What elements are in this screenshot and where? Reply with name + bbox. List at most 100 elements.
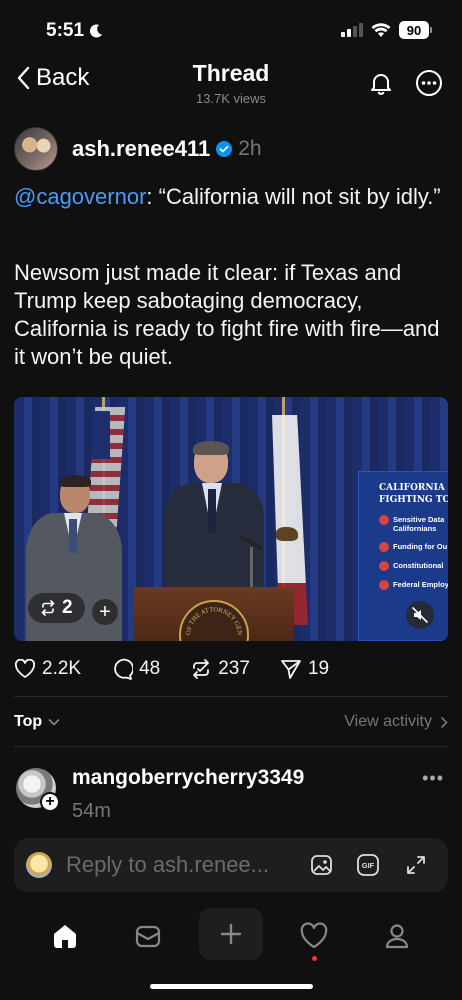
microphone-stand	[250, 547, 253, 591]
composer-avatar	[26, 852, 52, 878]
status-time: 5:51	[46, 20, 104, 42]
heart-icon	[300, 922, 328, 949]
comment-button[interactable]: 48	[111, 658, 160, 680]
press-banner: CALIFORNIA D FIGHTING TO PR Sensitive Da…	[358, 471, 448, 641]
comment-icon	[114, 658, 134, 680]
banner-item: Federal Employ	[379, 580, 448, 590]
notifications-button[interactable]	[366, 68, 396, 98]
tab-home[interactable]	[47, 918, 83, 954]
speaker-hair	[193, 441, 229, 455]
battery-cap	[430, 27, 432, 33]
banner-item: Constitutional	[379, 561, 448, 571]
sort-dropdown[interactable]: Top	[14, 713, 60, 731]
banner-item-line: Californians	[393, 524, 437, 533]
battery-indicator: 90	[399, 21, 432, 39]
view-activity-label: View activity	[344, 713, 432, 730]
status-indicators: 90	[341, 21, 432, 39]
share-button[interactable]: 19	[280, 658, 329, 680]
activity-notification-dot	[312, 956, 317, 961]
mention-link[interactable]: @cagovernor	[14, 184, 146, 209]
media-repost-count: 2	[62, 597, 73, 618]
speaker-muted-icon	[412, 607, 428, 623]
status-bar: 5:51 90	[0, 0, 462, 58]
expand-button[interactable]	[402, 851, 430, 879]
replies-sort-row: Top View activity	[14, 710, 448, 734]
media-add-button[interactable]: +	[92, 599, 118, 625]
divider	[14, 746, 448, 747]
follow-plus-icon[interactable]: +	[40, 792, 60, 812]
tab-activity[interactable]	[296, 918, 332, 954]
author-username[interactable]: ash.renee411	[72, 136, 210, 162]
like-count: 2.2K	[42, 658, 82, 679]
reply-timestamp: 54m	[72, 800, 111, 822]
sort-label: Top	[14, 713, 43, 730]
like-button[interactable]: 2.2K	[14, 658, 81, 680]
reply-item[interactable]: + mangoberrycherry3349 54m •••	[14, 764, 448, 828]
image-icon	[311, 855, 332, 875]
banner-item-line: Sensitive Data	[393, 515, 445, 524]
signal-icon	[341, 23, 363, 37]
post-body: Newsom just made it clear: if Texas and …	[14, 260, 440, 369]
svg-text:GIF: GIF	[362, 861, 375, 870]
home-indicator	[150, 984, 313, 989]
expand-icon	[407, 856, 425, 874]
banner-title-line1: CALIFORNIA D	[379, 483, 448, 493]
mute-button[interactable]	[406, 601, 434, 629]
home-icon	[54, 925, 76, 948]
reply-composer[interactable]: Reply to ash.renee... GIF	[14, 838, 448, 892]
banner-bullet-icon	[379, 542, 389, 552]
tab-inbox[interactable]	[130, 918, 166, 954]
bell-icon	[371, 74, 391, 95]
repost-icon	[41, 600, 55, 616]
post-quote: @cagovernor: “California will not sit by…	[14, 183, 446, 211]
aide-tie	[69, 519, 77, 553]
reply-input[interactable]: Reply to ash.renee...	[66, 852, 269, 878]
reply-username[interactable]: mangoberrycherry3349	[72, 766, 304, 790]
inbox-icon	[135, 925, 161, 948]
clock-text: 5:51	[46, 20, 85, 41]
banner-item: Funding for Ou	[379, 542, 448, 552]
share-count: 19	[307, 658, 330, 679]
us-flag-stars	[92, 411, 110, 459]
gif-button[interactable]: GIF	[354, 851, 382, 879]
aide-hair	[59, 475, 91, 487]
bear-emblem	[276, 527, 298, 541]
banner-item-text: Sensitive Data Californians	[393, 515, 444, 533]
banner-item-text: Federal Employ	[393, 580, 448, 589]
banner-title-line2: FIGHTING TO PR	[379, 495, 448, 505]
plus-icon	[220, 923, 242, 945]
banner-item-text: Constitutional	[393, 561, 444, 570]
repost-count: 237	[218, 658, 250, 679]
author-avatar[interactable]	[14, 127, 58, 171]
person-speaker	[164, 441, 264, 593]
banner-bullet-icon	[379, 580, 389, 590]
tab-compose[interactable]	[199, 908, 263, 960]
quote-text: : “California will not sit by idly.”	[146, 184, 441, 209]
banner-item: Sensitive Data Californians	[379, 515, 448, 533]
chevron-down-icon	[48, 718, 60, 726]
gif-icon: GIF	[357, 854, 379, 876]
reply-more-icon[interactable]: •••	[422, 768, 444, 789]
plus-icon: +	[99, 600, 111, 623]
comment-count: 48	[139, 658, 161, 679]
divider	[14, 696, 448, 697]
post-header: ash.renee411 2h	[14, 124, 448, 174]
repost-button[interactable]: 237	[190, 658, 250, 680]
verified-badge-icon	[216, 141, 233, 157]
post-timestamp: 2h	[238, 137, 262, 160]
battery-level: 90	[399, 21, 429, 39]
banner-item-text: Funding for Ou	[393, 542, 448, 551]
post-video[interactable]: OF THE ATTORNEY GENE CALIFORNIA D FIGHTI…	[14, 397, 448, 641]
nav-bar: Back Thread 13.7K views	[0, 58, 462, 112]
more-circle-icon	[416, 70, 442, 96]
image-attach-button[interactable]	[308, 851, 336, 879]
more-options-button[interactable]	[414, 68, 444, 98]
view-activity-link[interactable]: View activity	[344, 713, 448, 731]
repost-icon	[193, 659, 210, 679]
media-repost-pill[interactable]: 2	[28, 593, 85, 623]
wifi-icon	[371, 22, 391, 37]
send-icon	[281, 660, 301, 679]
chevron-right-icon	[440, 716, 448, 728]
tab-profile[interactable]	[379, 918, 415, 954]
heart-icon	[14, 659, 36, 678]
